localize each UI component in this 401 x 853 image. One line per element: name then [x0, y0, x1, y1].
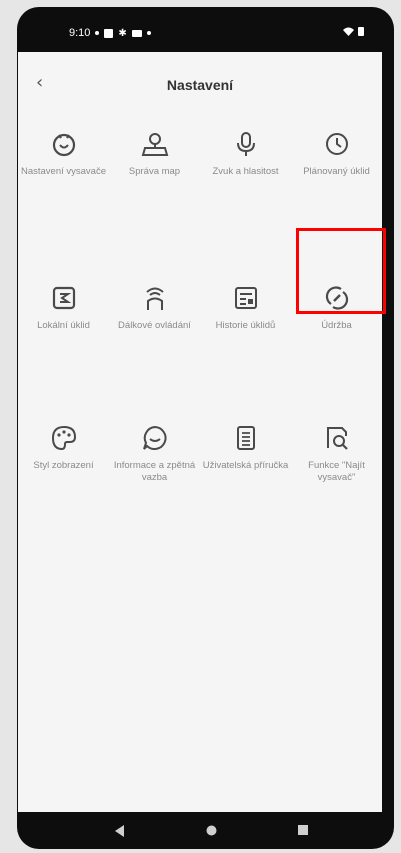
notification-dot-icon — [95, 31, 100, 35]
app-notification-icon — [104, 28, 114, 38]
local-clean-icon — [52, 286, 75, 310]
setting-robot[interactable]: Nastavení vysavače — [18, 130, 109, 178]
robot-icon — [52, 133, 75, 157]
setting-remote[interactable]: Dálkové ovládání — [109, 284, 200, 332]
setting-schedule[interactable]: Plánovaný úklid — [291, 130, 382, 178]
setting-display-style[interactable]: Styl zobrazení — [18, 424, 109, 472]
maintenance-highlight-box — [296, 228, 386, 314]
setting-label: Uživatelská příručka — [202, 460, 289, 471]
find-robot-icon — [326, 427, 348, 450]
remote-control-icon — [145, 287, 164, 310]
system-nav-bar — [17, 812, 394, 849]
setting-label: Lokální úklid — [37, 320, 90, 331]
setting-label: Funkce "Najít vysavač" — [308, 460, 365, 483]
nav-home-icon[interactable] — [206, 825, 217, 836]
nav-back-icon[interactable] — [115, 825, 125, 837]
manual-icon — [236, 426, 255, 450]
history-icon — [234, 287, 257, 309]
wifi-icon — [343, 27, 354, 36]
setting-manual[interactable]: Uživatelská příručka — [200, 424, 291, 472]
page-title: Nastavení — [166, 77, 234, 93]
setting-label: Historie úklidů — [215, 320, 276, 331]
setting-feedback[interactable]: Informace a zpětná vazba — [109, 424, 200, 484]
setting-maps[interactable]: Správa map — [109, 130, 200, 178]
battery-icon — [358, 27, 364, 36]
map-icon — [141, 133, 168, 156]
setting-label: Dálkové ovládání — [118, 320, 191, 331]
setting-label: Správa map — [128, 166, 181, 177]
setting-sound[interactable]: Zvuk a hlasitost — [200, 130, 291, 178]
nav-recents-icon[interactable] — [298, 825, 308, 835]
message-icon — [131, 29, 142, 37]
more-notifications-icon — [146, 31, 151, 35]
setting-label: Nastavení vysavače — [20, 166, 106, 177]
setting-label: Plánovaný úklid — [303, 166, 370, 177]
fan-icon: ✱ — [118, 27, 127, 39]
palette-icon — [51, 425, 76, 451]
settings-screen: ‹ Nastavení Nastavení vysavače Správa ma… — [18, 52, 382, 812]
status-bar: 9:10 ✱ — [17, 7, 394, 52]
clock-icon — [325, 133, 348, 155]
status-time: 9:10 — [69, 27, 91, 39]
app-header: ‹ Nastavení — [18, 52, 382, 114]
setting-label: Údržba — [321, 320, 352, 331]
microphone-icon — [236, 132, 255, 156]
setting-local-clean[interactable]: Lokální úklid — [18, 284, 109, 332]
setting-label: Styl zobrazení — [33, 460, 94, 471]
feedback-icon — [142, 425, 167, 450]
setting-history[interactable]: Historie úklidů — [200, 284, 291, 332]
setting-find-robot[interactable]: Funkce "Najít vysavač" — [291, 424, 382, 484]
setting-label: Zvuk a hlasitost — [212, 166, 279, 177]
setting-label: Informace a zpětná vazba — [113, 460, 196, 483]
